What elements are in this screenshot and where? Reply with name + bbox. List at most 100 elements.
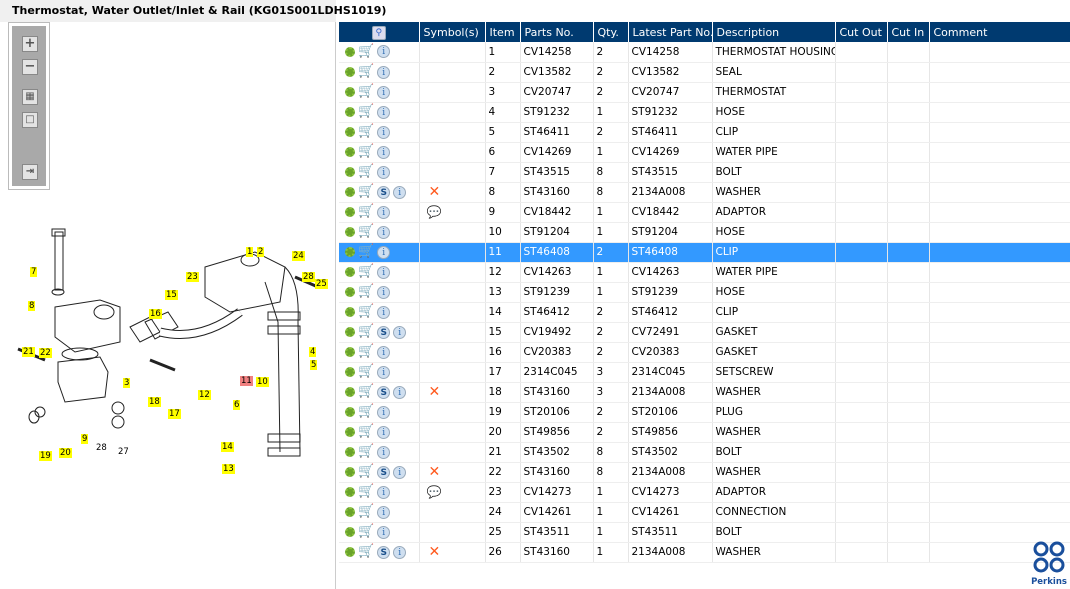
table-row[interactable]: 🛒 i 💬 9 CV18442 1 CV18442 ADAPTOR xyxy=(339,202,1070,223)
supersession-icon[interactable]: S xyxy=(377,185,391,199)
cart-icon[interactable]: 🛒 xyxy=(358,325,374,338)
table-row[interactable]: 🛒 i 16 CV20383 2 CV20383 GASKET xyxy=(339,342,1070,363)
table-row[interactable]: 🛒 i 2 CV13582 2 CV13582 SEAL xyxy=(339,62,1070,83)
gear-icon[interactable] xyxy=(345,207,355,217)
column-header[interactable]: Symbol(s) xyxy=(419,22,486,42)
info-icon[interactable]: i xyxy=(377,485,391,499)
info-icon[interactable]: i xyxy=(377,405,391,419)
info-icon[interactable]: i xyxy=(377,505,391,519)
cart-icon[interactable]: 🛒 xyxy=(358,45,374,58)
info-icon[interactable]: i xyxy=(377,205,391,219)
info-icon[interactable]: i xyxy=(377,105,391,119)
callout-label[interactable]: 16 xyxy=(149,309,162,319)
table-row[interactable]: 🛒 i 20 ST49856 2 ST49856 WASHER xyxy=(339,422,1070,443)
callout-label[interactable]: 25 xyxy=(315,279,328,289)
table-row[interactable]: 🛒 Si ✕ 26 ST43160 1 2134A008 WASHER xyxy=(339,542,1070,563)
cart-icon[interactable]: 🛒 xyxy=(358,405,374,418)
gear-icon[interactable] xyxy=(345,407,355,417)
gear-icon[interactable] xyxy=(345,227,355,237)
cart-icon[interactable]: 🛒 xyxy=(358,125,374,138)
cart-icon[interactable]: 🛒 xyxy=(358,65,374,78)
supersession-icon[interactable]: S xyxy=(377,545,391,559)
column-header[interactable]: Cut In xyxy=(887,22,930,42)
column-header[interactable]: Parts No. xyxy=(520,22,594,42)
table-row[interactable]: 🛒 i 4 ST91232 1 ST91232 HOSE xyxy=(339,102,1070,123)
zoom-out-button[interactable]: − xyxy=(22,59,38,75)
info-icon[interactable]: i xyxy=(393,385,407,399)
callout-label[interactable]: 19 xyxy=(39,451,52,461)
table-row[interactable]: 🛒 i 10 ST91204 1 ST91204 HOSE xyxy=(339,222,1070,243)
gear-icon[interactable] xyxy=(345,267,355,277)
gear-icon[interactable] xyxy=(345,67,355,77)
column-header[interactable]: Item xyxy=(485,22,521,42)
gear-icon[interactable] xyxy=(345,167,355,177)
gear-icon[interactable] xyxy=(345,367,355,377)
callout-label[interactable]: 5 xyxy=(310,360,318,370)
cart-icon[interactable]: 🛒 xyxy=(358,225,374,238)
info-icon[interactable]: i xyxy=(377,445,391,459)
callout-label[interactable]: 17 xyxy=(168,409,181,419)
cart-icon[interactable]: 🛒 xyxy=(358,185,374,198)
table-row[interactable]: 🛒 i 3 CV20747 2 CV20747 THERMOSTAT xyxy=(339,82,1070,103)
cart-icon[interactable]: 🛒 xyxy=(358,105,374,118)
info-icon[interactable]: i xyxy=(377,345,391,359)
cart-icon[interactable]: 🛒 xyxy=(358,445,374,458)
zoom-in-button[interactable]: + xyxy=(22,36,38,52)
gear-icon[interactable] xyxy=(345,287,355,297)
cart-icon[interactable]: 🛒 xyxy=(358,485,374,498)
gear-icon[interactable] xyxy=(345,46,355,57)
column-header[interactable]: Cut Out xyxy=(835,22,888,42)
table-row[interactable]: 🛒 Si ✕ 8 ST43160 8 2134A008 WASHER xyxy=(339,182,1070,203)
table-row[interactable]: 🛒 i 5 ST46411 2 ST46411 CLIP xyxy=(339,122,1070,143)
actual-size-button[interactable]: □ xyxy=(22,112,38,128)
info-icon[interactable]: i xyxy=(377,365,391,379)
callout-label[interactable]: 21 xyxy=(22,347,35,357)
info-icon[interactable]: i xyxy=(377,65,391,79)
callout-label[interactable]: 10 xyxy=(256,377,269,387)
cart-icon[interactable]: 🛒 xyxy=(358,265,374,278)
table-row[interactable]: 🛒 i 1 CV14258 2 CV14258 THERMOSTAT HOUSING xyxy=(339,42,1070,63)
cart-icon[interactable]: 🛒 xyxy=(358,145,374,158)
info-icon[interactable]: i xyxy=(377,245,391,259)
info-icon[interactable]: i xyxy=(377,85,391,99)
info-icon[interactable]: i xyxy=(393,465,407,479)
gear-icon[interactable] xyxy=(345,487,355,497)
callout-label[interactable]: 24 xyxy=(292,251,305,261)
column-header[interactable]: Description xyxy=(712,22,836,42)
gear-icon[interactable] xyxy=(345,147,355,157)
column-header[interactable]: Qty. xyxy=(593,22,629,42)
table-row[interactable]: 🛒 i 21 ST43502 8 ST43502 BOLT xyxy=(339,442,1070,463)
table-row[interactable]: 🛒 i 24 CV14261 1 CV14261 CONNECTION xyxy=(339,502,1070,523)
callout-label[interactable]: 12 xyxy=(198,390,211,400)
search-column-header[interactable]: ⚲ xyxy=(339,22,420,42)
table-row[interactable]: 🛒 Si 15 CV19492 2 CV72491 GASKET xyxy=(339,322,1070,343)
callout-label[interactable]: 20 xyxy=(59,448,72,458)
cart-icon[interactable]: 🛒 xyxy=(358,165,374,178)
callout-label[interactable]: 28 xyxy=(302,272,315,282)
callout-label[interactable]: 8 xyxy=(28,301,36,311)
info-icon[interactable]: i xyxy=(377,125,391,139)
table-row[interactable]: 🛒 i 17 2314C045 3 2314C045 SETSCREW xyxy=(339,362,1070,383)
info-icon[interactable]: i xyxy=(377,145,391,159)
callout-label[interactable]: 27 xyxy=(117,447,130,457)
cart-icon[interactable]: 🛒 xyxy=(358,425,374,438)
callout-label[interactable]: 3 xyxy=(123,378,131,388)
cart-icon[interactable]: 🛒 xyxy=(358,505,374,518)
cart-icon[interactable]: 🛒 xyxy=(358,525,374,538)
gear-icon[interactable] xyxy=(345,447,355,457)
table-row[interactable]: 🛒 Si ✕ 22 ST43160 8 2134A008 WASHER xyxy=(339,462,1070,483)
gear-icon[interactable] xyxy=(345,547,355,557)
table-row[interactable]: 🛒 i 7 ST43515 8 ST43515 BOLT xyxy=(339,162,1070,183)
gear-icon[interactable] xyxy=(345,507,355,517)
gear-icon[interactable] xyxy=(345,307,355,317)
info-icon[interactable]: i xyxy=(393,185,407,199)
callout-label[interactable]: 4 xyxy=(309,347,317,357)
info-icon[interactable]: i xyxy=(377,285,391,299)
cart-icon[interactable]: 🛒 xyxy=(358,345,374,358)
gear-icon[interactable] xyxy=(345,427,355,437)
cart-icon[interactable]: 🛒 xyxy=(358,285,374,298)
table-row[interactable]: 🛒 i 13 ST91239 1 ST91239 HOSE xyxy=(339,282,1070,303)
gear-icon[interactable] xyxy=(345,247,355,257)
cart-icon[interactable]: 🛒 xyxy=(358,385,374,398)
info-icon[interactable]: i xyxy=(377,165,391,179)
